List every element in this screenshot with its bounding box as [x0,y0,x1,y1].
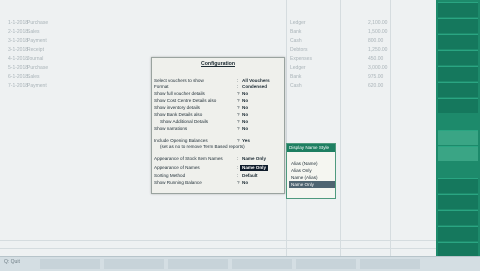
side-button[interactable] [438,18,478,33]
ledger-row: 1-1-2018 Purchase Ledger 2,100.00 [8,20,388,26]
side-button[interactable] [438,226,478,241]
side-button[interactable] [438,2,478,17]
configuration-dialog: Configuration Select vouchers to show: Al… [151,57,285,194]
config-row-bank-details[interactable]: Show Bank Details also? No [154,112,282,118]
side-button[interactable] [438,34,478,49]
side-button[interactable] [438,210,478,225]
side-button[interactable] [438,66,478,81]
grid-line [0,240,436,241]
appearance-of-names-value: Name Only [240,165,268,171]
side-button[interactable] [438,242,478,257]
ledger-row: 2-1-2018 Sales Bank 1,500.00 [8,29,388,35]
config-row-full-voucher-details[interactable]: Show full voucher details? No [154,91,282,97]
config-row-narrations[interactable]: Show narrations? No [154,126,282,132]
side-button[interactable] [438,194,478,209]
bottom-button[interactable] [232,259,292,269]
config-row-additional-details[interactable]: Show Additional Details? No [154,119,282,125]
right-button-panel [436,0,480,257]
side-button[interactable] [438,98,478,113]
bottom-button-bar: Q: Quit [0,256,480,271]
ledger-row: 3-1-2018 Payment Cash 800.00 [8,38,384,44]
bottom-button[interactable] [296,259,356,269]
side-button[interactable] [438,146,478,161]
side-button[interactable] [438,178,478,193]
option-alias-only[interactable]: Alias Only [289,167,335,174]
bottom-button[interactable] [360,259,420,269]
option-name-only[interactable]: Name Only [289,181,335,188]
bottom-button[interactable] [104,259,164,269]
quit-button[interactable]: Q: Quit [4,259,20,265]
side-button[interactable] [438,50,478,65]
side-button[interactable] [438,82,478,97]
config-row-cost-centre[interactable]: Show Cost Centre Details also? No [154,98,282,104]
config-row-format[interactable]: Format: Condensed [154,84,282,90]
ledger-row: 3-1-2018 Receipt Debtors 1,250.00 [8,47,388,53]
option-name-alias[interactable]: Name (Alias) [289,174,335,181]
config-row-note: (set as no to remove Term Based reports) [160,144,245,149]
config-row-inventory-details[interactable]: Show inventory details? No [154,105,282,111]
option-alias-name[interactable]: Alias (Name) [289,160,335,167]
config-row-appearance-of-names[interactable]: Appearance of Names: Name Only [154,165,282,171]
config-row-running-balance[interactable]: Show Running Balance? No [154,180,282,186]
popup-title: Display Name Style [287,144,335,152]
side-button[interactable] [438,130,478,145]
dialog-title: Configuration [201,61,235,67]
config-row-sorting-method[interactable]: Sorting Method: Default [154,173,282,179]
bottom-button[interactable] [168,259,228,269]
config-row-stock-item-names[interactable]: Appearance of Stock Item Names: Name Only [154,156,282,162]
grid-line [0,248,436,249]
display-name-style-popup: Display Name Style Alias (Name) Alias On… [286,143,336,199]
bottom-button[interactable] [40,259,100,269]
